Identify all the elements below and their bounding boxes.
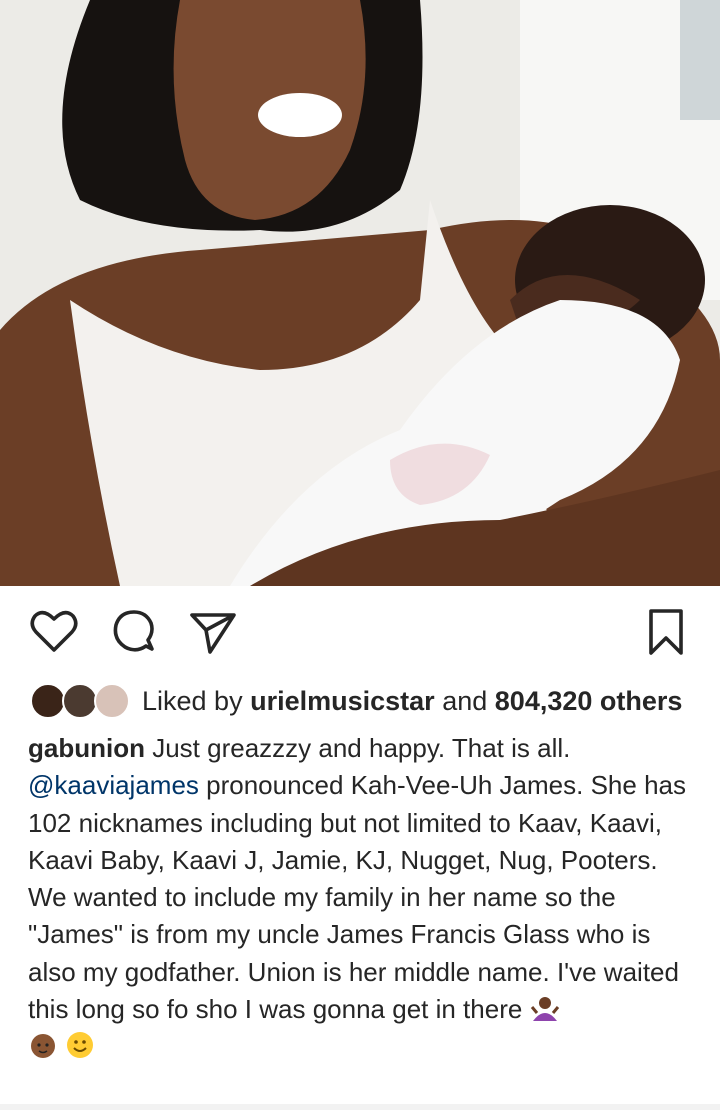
heart-icon[interactable]: [28, 606, 80, 658]
liked-by-label: Liked by: [142, 685, 243, 716]
post-action-bar: [0, 586, 720, 674]
bookmark-icon[interactable]: [640, 606, 692, 658]
avatar: [62, 683, 98, 719]
caption-text: Just greazzzy and happy. That is all.: [144, 733, 571, 763]
post-photo[interactable]: [0, 0, 720, 586]
liked-and-label: and: [442, 685, 488, 716]
caption-text: We wanted to include my family in her na…: [28, 882, 687, 1025]
caption-username[interactable]: gabunion: [28, 733, 145, 763]
post-image: [0, 0, 720, 586]
post-caption: gabunion Just greazzzy and happy. That i…: [28, 730, 700, 1066]
feed-divider: [0, 1104, 720, 1110]
avatar: [94, 683, 130, 719]
likes-count-link[interactable]: 804,320 others: [495, 686, 683, 717]
avatar: [30, 683, 66, 719]
liked-user-link[interactable]: urielmusicstar: [250, 686, 435, 717]
likes-summary[interactable]: Liked by urielmusicstar and 804,320 othe…: [30, 680, 682, 722]
caption-mention[interactable]: @kaaviajames: [28, 770, 199, 800]
baby-emoji-icon: [31, 1034, 55, 1059]
smiling-face-emoji-icon: [67, 1032, 94, 1059]
shrug-emoji-icon: [530, 997, 559, 1022]
liker-avatars: [30, 681, 130, 721]
paper-plane-icon[interactable]: [186, 606, 238, 658]
comment-icon[interactable]: [108, 606, 160, 658]
